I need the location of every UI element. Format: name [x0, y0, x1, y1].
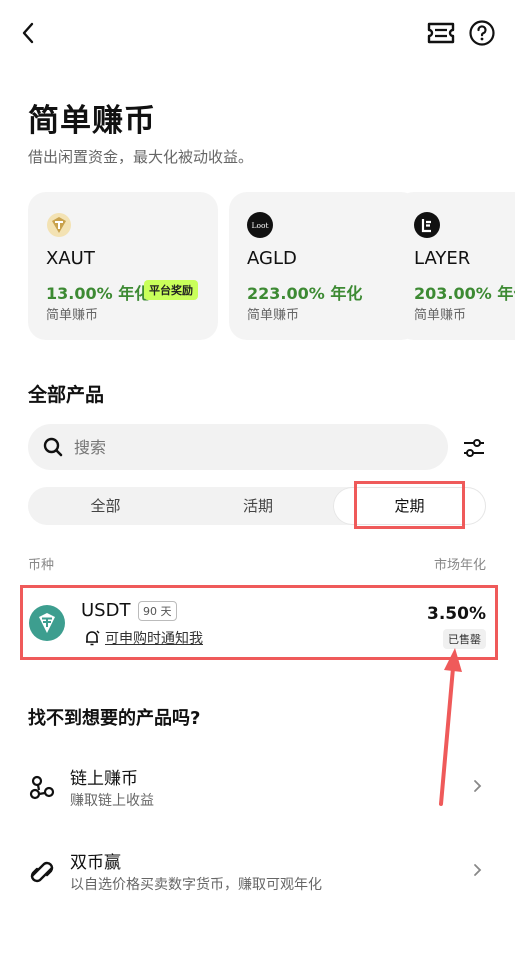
bell-icon: [83, 629, 101, 647]
tab-all[interactable]: 全部: [28, 487, 183, 525]
loot-icon: Loot: [247, 212, 273, 238]
page-subtitle: 借出闲置资金，最大化被动收益。: [28, 148, 254, 166]
layer-icon: [414, 212, 440, 238]
card-rate: 203.00% 年化: [414, 284, 515, 303]
search-input[interactable]: [74, 432, 434, 462]
menu-item-title: 双币赢: [70, 853, 121, 873]
menu-item-onchain-earn[interactable]: 链上赚币 赚取链上收益: [0, 760, 515, 820]
tab-flexible[interactable]: 活期: [183, 487, 333, 525]
reward-badge: 平台奖励: [144, 280, 198, 300]
page-title: 简单赚币: [28, 103, 156, 139]
column-header-apr: 市场年化: [433, 558, 486, 573]
table-row[interactable]: USDT 90 天 可申购时通知我 3.50% 已售罄: [20, 585, 498, 660]
dual-currency-icon: [28, 858, 56, 886]
product-name: USDT: [81, 600, 131, 621]
card-symbol: XAUT: [46, 248, 95, 269]
highlight-box: [354, 481, 465, 529]
chevron-right-icon: [470, 776, 486, 796]
search-bar[interactable]: [28, 424, 448, 470]
chevron-right-icon: [470, 860, 486, 880]
featured-card-xaut[interactable]: XAUT 13.00% 年化 平台奖励 简单赚币: [28, 192, 218, 340]
menu-item-desc: 以自选价格买卖数字货币，赚取可观年化: [70, 877, 322, 893]
term-badge: 90 天: [138, 601, 177, 621]
section-title-all-products: 全部产品: [28, 384, 105, 406]
card-symbol: AGLD: [247, 248, 297, 269]
card-category: 简单赚币: [46, 308, 99, 323]
card-rate: 223.00% 年化: [247, 284, 363, 303]
usdt-icon: [29, 605, 65, 641]
menu-item-dual-investment[interactable]: 双币赢 以自选价格买卖数字货币，赚取可观年化: [0, 844, 515, 904]
top-bar: [0, 0, 515, 66]
featured-cards: XAUT 13.00% 年化 平台奖励 简单赚币 Loot AGLD 223.0…: [28, 192, 515, 342]
search-icon: [42, 436, 64, 458]
menu-item-desc: 赚取链上收益: [70, 793, 154, 809]
more-products-title: 找不到想要的产品吗?: [28, 708, 201, 729]
tether-gold-icon: [46, 212, 72, 238]
notify-link[interactable]: 可申购时通知我: [105, 628, 203, 648]
filter-icon[interactable]: [461, 435, 487, 461]
ticket-icon[interactable]: [426, 20, 456, 46]
card-category: 简单赚币: [247, 308, 300, 323]
product-apr: 3.50%: [427, 604, 486, 624]
help-icon[interactable]: [468, 19, 496, 47]
svg-text:Loot: Loot: [251, 221, 268, 230]
menu-item-title: 链上赚币: [70, 769, 138, 789]
column-header-currency: 币种: [28, 558, 55, 573]
card-category: 简单赚币: [414, 308, 467, 323]
featured-card-layer[interactable]: LAYER 203.00% 年化 简单赚币: [396, 192, 515, 340]
back-icon[interactable]: [14, 18, 44, 48]
featured-card-agld[interactable]: Loot AGLD 223.00% 年化 简单赚币: [229, 192, 419, 340]
nodes-icon: [28, 774, 56, 802]
card-rate: 13.00% 年化: [46, 284, 151, 303]
card-symbol: LAYER: [414, 248, 471, 269]
